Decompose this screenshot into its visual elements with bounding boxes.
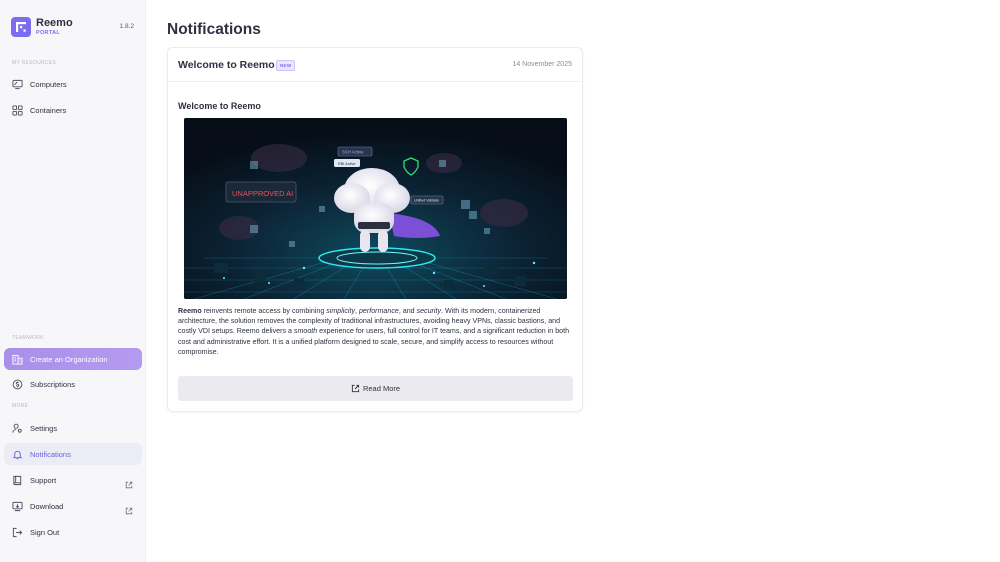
sidebar-item-label: Notifications [30, 449, 71, 459]
hero-label-unapproved-ai: UNAPPROVED AI [232, 189, 293, 198]
sidebar-item-label: Sign Out [30, 527, 60, 537]
logout-icon [12, 527, 23, 538]
section-label-teamwork: TEAMWORK [12, 335, 44, 341]
brand[interactable]: Reemo PORTAL [11, 17, 73, 37]
sidebar-item-subscriptions[interactable]: Subscriptions [4, 373, 142, 395]
monitor-icon [12, 79, 23, 90]
version-label: 1.8.2 [119, 23, 134, 30]
sidebar-item-label: Subscriptions [30, 379, 76, 389]
brand-subtitle: PORTAL [36, 29, 61, 36]
notification-content-title: Welcome to Reemo [178, 101, 261, 111]
read-more-button[interactable]: Read More [178, 376, 573, 401]
body-brand: Reemo [178, 307, 202, 315]
grid-icon [12, 104, 23, 116]
sidebar-item-label: Settings [30, 423, 58, 433]
new-badge: NEW [276, 60, 296, 71]
sidebar-item-notifications[interactable]: Notifications [4, 443, 142, 465]
bell-icon [12, 449, 23, 460]
sidebar-item-containers[interactable]: Containers [4, 99, 142, 121]
download-icon [12, 501, 23, 512]
hero-chip-rbi: RBI Active [338, 162, 356, 166]
sidebar-item-label: Containers [30, 105, 67, 115]
book-icon [12, 475, 23, 486]
sidebar-item-label: Support [30, 475, 57, 485]
settings-user-icon [12, 423, 23, 434]
page-title: Notifications [167, 21, 261, 38]
external-link-icon [351, 380, 360, 398]
brand-name: Reemo [36, 16, 73, 29]
hero-image: SSH Active RBI Active Unified Validate U… [184, 118, 567, 299]
notification-date: 14 November 2025 [512, 61, 572, 68]
sidebar-item-label: Create an Organization [30, 354, 108, 364]
sidebar-item-label: Download [30, 501, 64, 511]
hero-chip-unified: Unified Validate [414, 199, 439, 203]
read-more-label: Read More [362, 384, 401, 393]
section-label-my-resources: MY RESOURCES [12, 60, 57, 66]
section-label-more: MORE [12, 403, 29, 409]
reemo-logo-icon [11, 17, 31, 37]
notification-title: Welcome to Reemo [178, 59, 275, 71]
external-link-icon [125, 476, 133, 494]
sidebar-item-label: Computers [30, 79, 67, 89]
sidebar-item-download[interactable]: Download [4, 495, 142, 517]
sidebar-item-sign-out[interactable]: Sign Out [4, 521, 142, 543]
sidebar-item-support[interactable]: Support [4, 469, 142, 491]
external-link-icon [125, 502, 133, 520]
create-organization-button[interactable]: Create an Organization [4, 348, 142, 370]
notification-header: Welcome to Reemo NEW 14 November 2025 [168, 48, 582, 82]
hero-chip-ssh: SSH Active [342, 150, 364, 155]
notification-body: Reemo reinvents remote access by combini… [178, 307, 570, 356]
building-icon [12, 354, 23, 365]
notification-card: Welcome to Reemo NEW 14 November 2025 We… [167, 47, 583, 412]
sidebar-item-settings[interactable]: Settings [4, 417, 142, 439]
sidebar: Reemo PORTAL 1.8.2 MY RESOURCES Computer… [0, 0, 146, 562]
dollar-cycle-icon [12, 379, 23, 390]
sidebar-item-computers[interactable]: Computers [4, 73, 142, 95]
